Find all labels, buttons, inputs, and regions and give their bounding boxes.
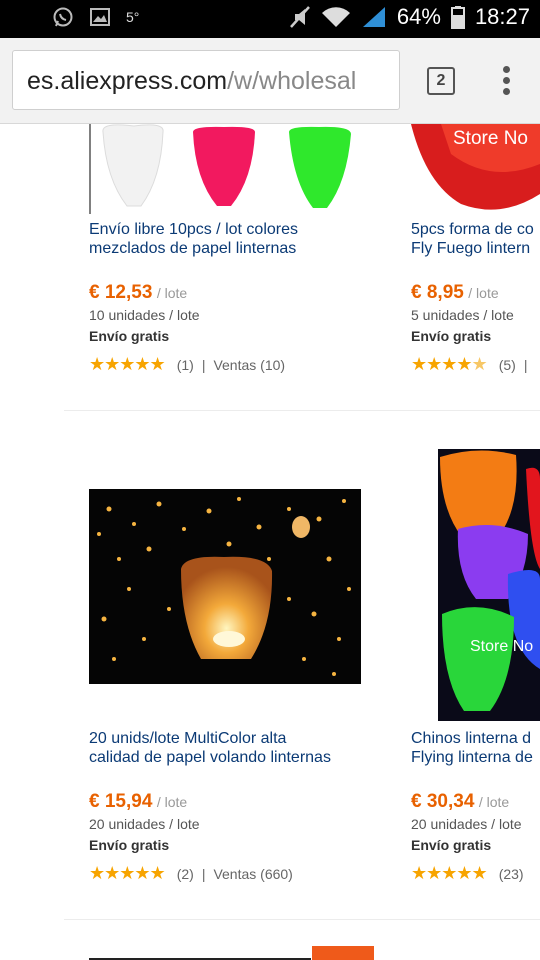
product-shipping: Envío gratis [89, 328, 170, 344]
product-card[interactable]: Chinos linterna d Flying linterna de € 3… [411, 729, 533, 884]
image-watermark: Store No [470, 638, 534, 655]
review-count[interactable]: (2) [177, 866, 194, 882]
sales-count: Ventas (660) [213, 865, 293, 882]
mute-icon [289, 6, 310, 28]
next-product-image-edge [312, 946, 374, 960]
url-path: /w/wholesal [227, 67, 357, 95]
battery-icon [450, 6, 465, 29]
product-title[interactable]: Chinos linterna d Flying linterna de [411, 729, 533, 767]
review-count[interactable]: (23) [499, 866, 524, 882]
wifi-icon [321, 7, 350, 27]
product-price: € 15,94 / lote [89, 791, 188, 812]
product-image[interactable] [89, 489, 361, 684]
product-card[interactable]: 20 unids/lote MultiColor alta calidad de… [89, 729, 331, 884]
tab-switcher-button[interactable]: 2 [427, 67, 455, 95]
product-title[interactable]: Envío libre 10pcs / lot colores mezclado… [89, 220, 298, 258]
product-lot: 20 unidades / lote [89, 816, 200, 832]
product-shipping: Envío gratis [89, 837, 170, 853]
product-rating: ★★★★★ (1) | Ventas (10) [89, 354, 286, 374]
gallery-icon [90, 8, 110, 26]
star-rating-icon: ★★★★★ [89, 354, 166, 374]
clock-time: 18:27 [474, 4, 530, 29]
product-price: € 8,95 / lote [411, 282, 499, 303]
product-rating: ★★★★★ (5) | [411, 354, 528, 374]
url-host: es.aliexpress.com [27, 67, 228, 95]
address-bar[interactable]: es.aliexpress.com/w/wholesal [12, 50, 400, 110]
product-price: € 12,53 / lote [89, 282, 188, 303]
product-shipping: Envío gratis [411, 837, 492, 853]
status-bar: 5° 64% 18:27 [0, 0, 540, 38]
product-title[interactable]: 5pcs forma de co Fly Fuego lintern [411, 220, 535, 258]
product-title[interactable]: 20 unids/lote MultiColor alta calidad de… [89, 729, 331, 767]
product-card[interactable]: Envío libre 10pcs / lot colores mezclado… [89, 220, 298, 375]
product-lot: 10 unidades / lote [89, 307, 200, 323]
product-list: Store No Envío libre 10pcs / lot colores… [0, 124, 540, 960]
browser-toolbar: es.aliexpress.com/w/wholesal 2 [0, 38, 540, 124]
product-lot: 20 unidades / lote [411, 816, 522, 832]
review-count[interactable]: (5) [499, 357, 516, 373]
star-rating-icon: ★★★★★ [411, 354, 488, 374]
battery-percentage: 64% [396, 4, 441, 29]
star-rating-icon: ★★★★★ [411, 863, 488, 883]
row-divider [64, 410, 540, 411]
product-image[interactable]: Store No [438, 449, 540, 721]
image-watermark: Store No [453, 128, 528, 149]
whatsapp-icon [53, 7, 73, 27]
signal-icon [362, 7, 385, 27]
product-price: € 30,34 / lote [411, 791, 510, 812]
product-shipping: Envío gratis [411, 328, 492, 344]
review-count[interactable]: (1) [177, 357, 194, 373]
row-divider [64, 919, 540, 920]
overflow-menu-icon[interactable] [496, 66, 516, 98]
product-card[interactable]: 5pcs forma de co Fly Fuego lintern € 8,9… [411, 220, 535, 375]
sales-count: Ventas (10) [213, 356, 286, 373]
product-image[interactable]: Store No [411, 124, 540, 214]
weather-temperature: 5° [126, 9, 140, 25]
product-rating: ★★★★★ (2) | Ventas (660) [89, 863, 293, 883]
product-image[interactable] [89, 124, 361, 214]
product-lot: 5 unidades / lote [411, 307, 514, 323]
product-rating: ★★★★★ (23) [411, 863, 533, 884]
star-rating-icon: ★★★★★ [89, 863, 166, 883]
